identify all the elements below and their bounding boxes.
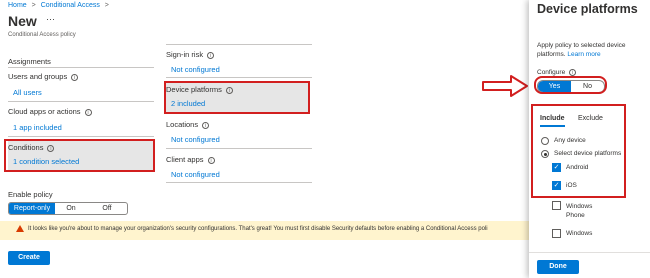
signin-risk-value[interactable]: Not configured bbox=[171, 65, 220, 74]
panel-title: Device platforms bbox=[537, 2, 638, 16]
cloud-apps-value[interactable]: 1 app included bbox=[13, 123, 62, 132]
enable-policy-label: Enable policy bbox=[8, 190, 53, 199]
divider bbox=[166, 148, 312, 149]
red-arrow-annotation bbox=[482, 75, 528, 97]
report-only-option[interactable]: Report-only bbox=[9, 203, 55, 214]
more-options-icon[interactable]: ··· bbox=[46, 14, 55, 24]
divider bbox=[8, 101, 154, 102]
checkbox-windows-phone-label: Windows Phone bbox=[566, 203, 593, 219]
breadcrumb: Home > Conditional Access > bbox=[8, 2, 109, 9]
users-groups-label: Users and groups i bbox=[8, 72, 79, 81]
client-apps-label: Client apps i bbox=[166, 155, 215, 164]
info-icon[interactable]: i bbox=[202, 121, 210, 129]
signin-risk-label: Sign-in risk i bbox=[166, 50, 215, 59]
highlight-box-include bbox=[531, 104, 626, 198]
checkbox-windows-label: Windows bbox=[566, 230, 593, 237]
learn-more-link[interactable]: Learn more bbox=[567, 51, 600, 58]
highlight-box-device-platforms bbox=[164, 81, 310, 114]
breadcrumb-conditional-access[interactable]: Conditional Access bbox=[41, 2, 100, 9]
done-button[interactable]: Done bbox=[537, 260, 579, 274]
highlight-box-configure bbox=[534, 76, 607, 94]
users-groups-value[interactable]: All users bbox=[13, 88, 42, 97]
on-option[interactable]: On bbox=[55, 203, 87, 214]
enable-policy-toggle[interactable]: Report-only On Off bbox=[8, 202, 128, 215]
panel-description: Apply policy to selected device platform… bbox=[537, 42, 626, 58]
checkbox-windows-phone[interactable] bbox=[552, 201, 561, 210]
divider bbox=[8, 136, 154, 137]
client-apps-value[interactable]: Not configured bbox=[171, 170, 220, 179]
page-subtitle: Conditional Access policy bbox=[8, 32, 76, 38]
info-icon[interactable]: i bbox=[84, 108, 92, 116]
assignments-heading: Assignments bbox=[8, 57, 51, 66]
breadcrumb-separator: > bbox=[31, 2, 36, 9]
highlight-box-conditions bbox=[4, 139, 155, 172]
warning-text: It looks like you're about to manage you… bbox=[28, 226, 488, 232]
info-icon[interactable]: i bbox=[71, 73, 79, 81]
locations-label: Locations i bbox=[166, 120, 210, 129]
info-icon[interactable]: i bbox=[207, 51, 215, 59]
page-title: New bbox=[8, 13, 37, 29]
cloud-apps-label: Cloud apps or actions i bbox=[8, 107, 92, 116]
checkbox-windows[interactable] bbox=[552, 229, 561, 238]
divider bbox=[529, 252, 650, 253]
warning-banner: It looks like you're about to manage you… bbox=[0, 221, 529, 240]
locations-value[interactable]: Not configured bbox=[171, 135, 220, 144]
divider bbox=[8, 67, 154, 68]
create-button[interactable]: Create bbox=[8, 251, 50, 265]
breadcrumb-home[interactable]: Home bbox=[8, 2, 27, 9]
off-option[interactable]: Off bbox=[87, 203, 127, 214]
divider bbox=[166, 77, 312, 78]
warning-icon bbox=[16, 225, 24, 232]
info-icon[interactable]: i bbox=[569, 69, 577, 76]
info-icon[interactable]: i bbox=[207, 156, 215, 164]
breadcrumb-separator: > bbox=[104, 2, 109, 9]
divider bbox=[166, 44, 312, 45]
divider bbox=[166, 182, 312, 183]
